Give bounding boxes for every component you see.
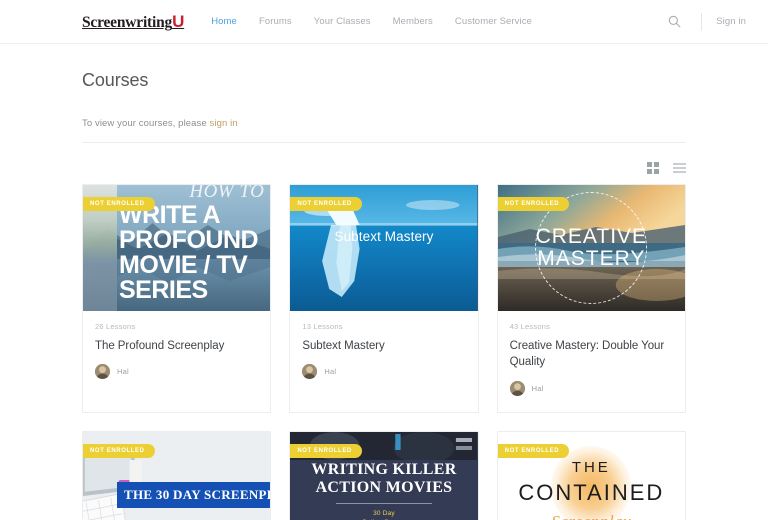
- course-card-body: 13 Lessons Subtext Mastery Hal: [290, 311, 477, 395]
- course-thumbnail: Subtext Mastery NOT ENROLLED: [290, 185, 478, 311]
- thumb-headline: Subtext Mastery: [334, 229, 434, 244]
- course-author: Hal: [302, 364, 465, 380]
- thumb-subheadline-line1: 30 Day: [373, 509, 395, 517]
- thumb-subheadline: 30 Day Online Course: [362, 509, 406, 520]
- nav-item-forums[interactable]: Forums: [259, 16, 292, 27]
- thumb-headline: CREATIVE MASTERY: [498, 224, 685, 270]
- header-actions: Sign in: [661, 9, 746, 35]
- site-logo[interactable]: ScreenwritingU: [82, 12, 184, 32]
- avatar: [509, 380, 525, 396]
- status-badge: NOT ENROLLED: [83, 197, 155, 211]
- thumb-headline: THE 30 DAY SCREENPLAY: [124, 486, 270, 502]
- course-title: Creative Mastery: Double Your Quality: [509, 340, 665, 369]
- avatar: [95, 364, 110, 380]
- header-divider: [701, 12, 703, 31]
- course-thumbnail: THE 30 DAY SCREENPLAY NOT ENROLLED: [83, 431, 271, 520]
- status-badge: NOT ENROLLED: [83, 443, 155, 458]
- nav-item-members[interactable]: Members: [393, 16, 433, 27]
- lesson-count: 43 Lessons: [509, 322, 551, 331]
- nav-item-home[interactable]: Home: [211, 16, 237, 27]
- notice-sign-in-link[interactable]: sign in: [210, 118, 238, 129]
- thumb-headline-line3: Screenplay: [498, 512, 685, 520]
- author-name: Hal: [117, 367, 129, 377]
- course-card[interactable]: THE CONTAINED Screenplay NOT ENROLLED: [496, 430, 686, 520]
- avatar: [302, 364, 318, 380]
- sign-in-link[interactable]: Sign in: [716, 16, 746, 27]
- lesson-count: 26 Lessons: [95, 322, 136, 331]
- thumb-headline: WRITE A PROFOUND MOVIE / TV SERIES: [119, 203, 268, 303]
- course-thumbnail: CREATIVE MASTERY NOT ENROLLED: [497, 185, 685, 311]
- course-card[interactable]: HOW TO WRITE A PROFOUND MOVIE / TV SERIE…: [82, 184, 272, 413]
- lesson-count: 13 Lessons: [302, 322, 343, 331]
- thumb-headline-line1: WRITING KILLER: [311, 461, 457, 479]
- author-name: Hal: [324, 367, 337, 377]
- course-thumbnail: WRITING KILLER ACTION MOVIES 30 Day Onli…: [290, 431, 478, 520]
- status-badge: NOT ENROLLED: [497, 443, 570, 458]
- course-author: Hal: [509, 380, 673, 396]
- thumb-headline-line1: CREATIVE: [535, 224, 648, 248]
- status-badge: NOT ENROLLED: [290, 443, 362, 458]
- thumb-headline-bar: THE 30 DAY SCREENPLAY: [117, 481, 271, 508]
- course-card[interactable]: Subtext Mastery NOT ENROLLED 13 Lessons …: [289, 184, 479, 413]
- courses-grid: HOW TO WRITE A PROFOUND MOVIE / TV SERIE…: [82, 184, 686, 520]
- status-badge: NOT ENROLLED: [290, 197, 362, 211]
- thumb-headline-panel: WRITING KILLER ACTION MOVIES 30 Day Onli…: [290, 459, 478, 520]
- course-card[interactable]: THE 30 DAY SCREENPLAY NOT ENROLLED: [82, 430, 272, 520]
- nav-item-customer-service[interactable]: Customer Service: [455, 16, 532, 27]
- logo-accent-letter: U: [172, 11, 185, 31]
- course-card-body: 26 Lessons The Profound Screenplay Hal: [83, 311, 270, 395]
- thumb-headline-line1: THE: [571, 458, 611, 476]
- page-content: Courses To view your courses, please sig…: [0, 44, 768, 520]
- sign-in-notice: To view your courses, please sign in: [82, 91, 686, 143]
- nav-item-your-classes[interactable]: Your Classes: [314, 16, 371, 27]
- list-view-icon[interactable]: [673, 162, 686, 174]
- search-icon[interactable]: [661, 9, 687, 35]
- thumb-headline: WRITING KILLER ACTION MOVIES: [311, 461, 456, 496]
- page-title: Courses: [82, 70, 149, 90]
- course-card[interactable]: WRITING KILLER ACTION MOVIES 30 Day Onli…: [289, 430, 479, 520]
- course-title: The Profound Screenplay: [95, 340, 225, 352]
- thumb-headline-line2: PROFOUND: [119, 226, 259, 254]
- thumb-headline-line2: MASTERY: [537, 247, 646, 270]
- course-card[interactable]: CREATIVE MASTERY NOT ENROLLED 43 Lessons…: [496, 184, 686, 413]
- grid-view-icon[interactable]: [647, 162, 659, 174]
- thumb-headline-line4: SERIES: [119, 276, 208, 304]
- status-badge: NOT ENROLLED: [497, 197, 570, 211]
- thumb-headline-line2: CONTAINED: [518, 479, 665, 505]
- course-card-body: 43 Lessons Creative Mastery: Double Your…: [498, 311, 685, 412]
- notice-text: To view your courses, please: [82, 118, 210, 129]
- view-toggle-toolbar: [82, 143, 686, 174]
- course-thumbnail: THE CONTAINED Screenplay NOT ENROLLED: [497, 431, 685, 520]
- site-header: ScreenwritingU Home Forums Your Classes …: [0, 0, 768, 44]
- main-navigation: Home Forums Your Classes Members Custome…: [211, 16, 532, 27]
- course-thumbnail: HOW TO WRITE A PROFOUND MOVIE / TV SERIE…: [83, 185, 271, 311]
- logo-text: Screenwriting: [82, 13, 173, 31]
- thumb-headline-line2: ACTION MOVIES: [315, 478, 453, 496]
- author-name: Hal: [531, 383, 544, 393]
- course-title: Subtext Mastery: [302, 340, 385, 352]
- thumb-headline-line3: MOVIE / TV: [119, 251, 248, 279]
- course-author: Hal: [95, 364, 258, 380]
- thumb-divider: [335, 502, 432, 504]
